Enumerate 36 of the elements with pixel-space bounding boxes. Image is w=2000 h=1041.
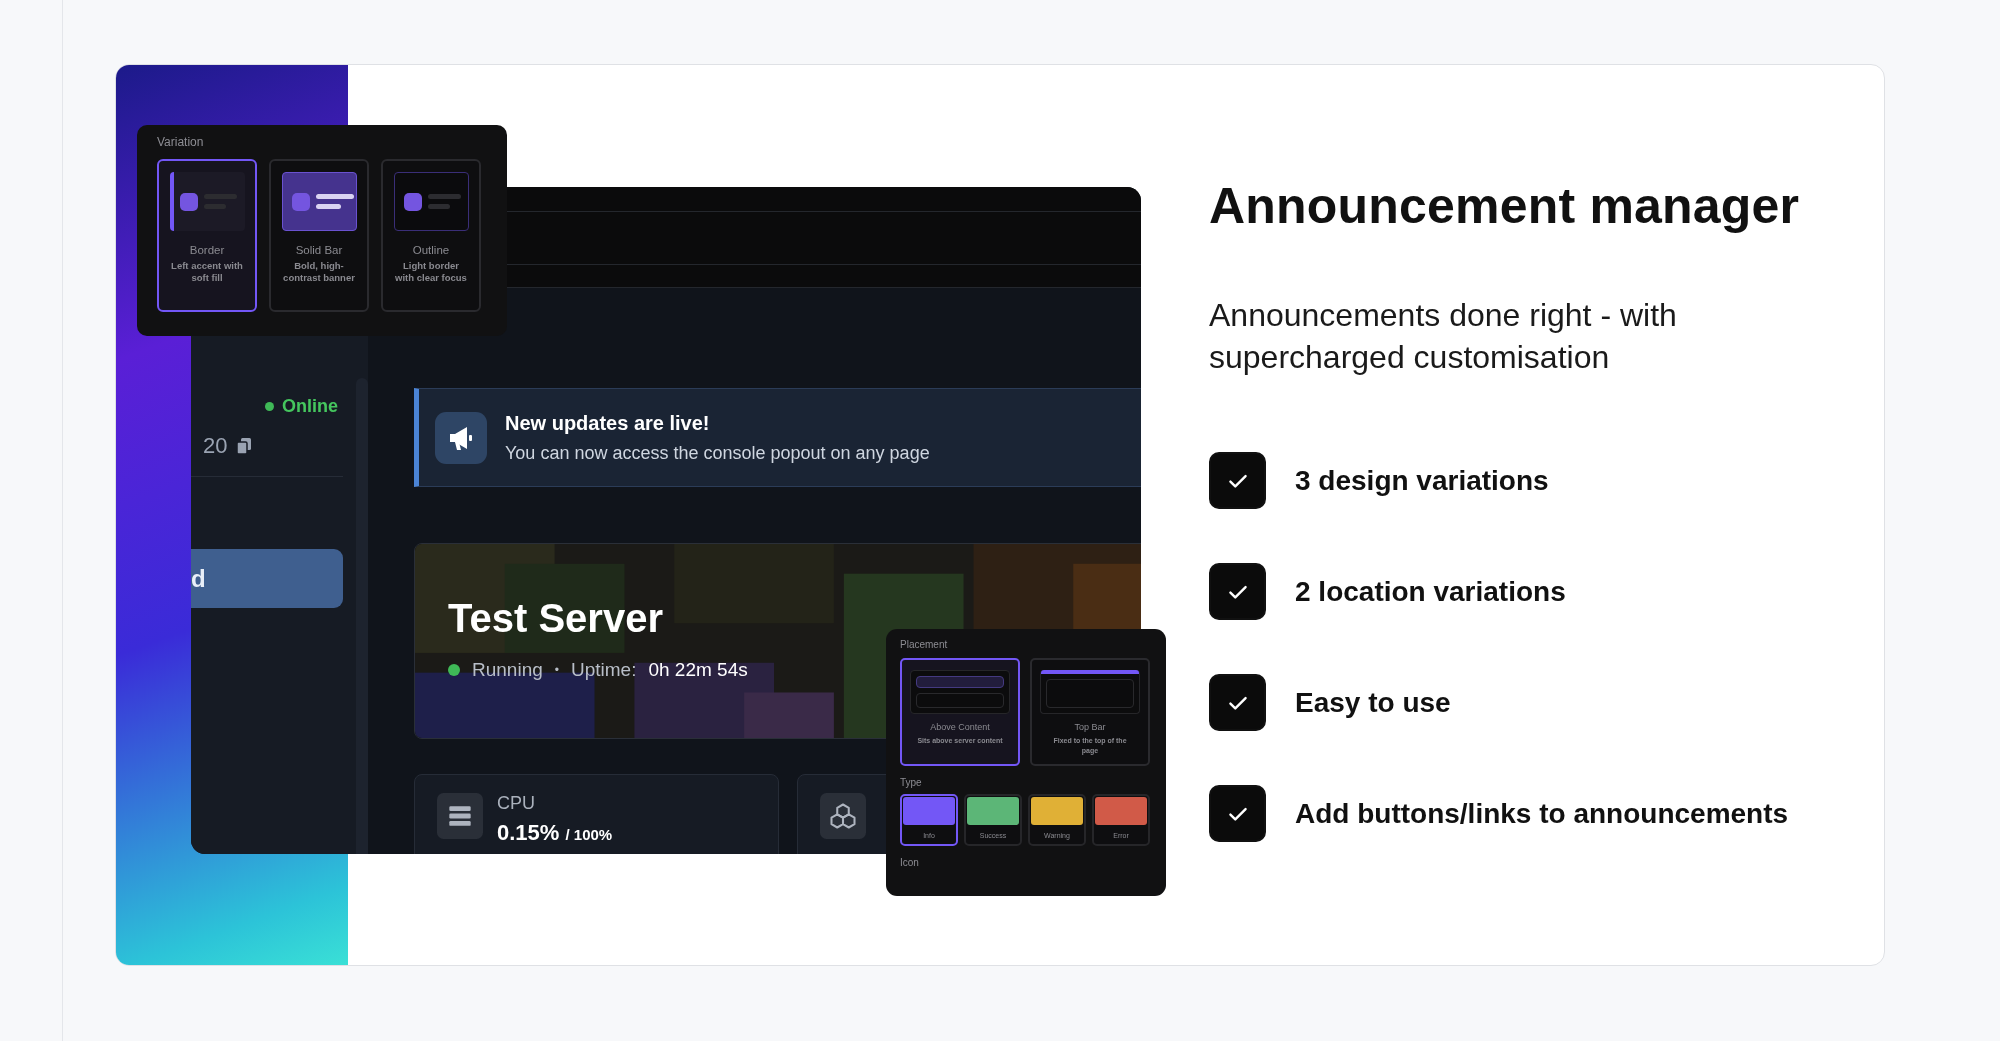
megaphone-icon (435, 411, 487, 464)
scrollbar[interactable] (356, 378, 368, 854)
panel-title: Variation (157, 135, 205, 149)
variation-option[interactable]: Solid Bar Bold, high-contrast banner (269, 159, 369, 312)
banner-preview-icon (281, 172, 357, 231)
feature-subtitle: Announcements done right - with supercharged customisation (1209, 296, 1678, 377)
status-dot (265, 402, 274, 411)
feature-title: Announcement manager (1209, 177, 1800, 235)
announcement-message: You can now access the console popout on any page (505, 442, 930, 464)
uptime-label: Uptime: (571, 659, 637, 681)
feature-item: 2 location variations (1295, 575, 1566, 608)
feature-item: Easy to use (1295, 686, 1451, 719)
variation-option[interactable]: Border Left accent with soft fill (157, 159, 257, 312)
server-address: 20 (202, 433, 228, 459)
feature-item: 3 design variations (1295, 464, 1549, 497)
cubes-icon (820, 793, 866, 839)
section-label: Icon (900, 857, 920, 868)
layout-preview-icon (1040, 670, 1140, 714)
status-label: Online (282, 396, 338, 417)
banner-preview-icon (169, 172, 245, 231)
server-name: Test Server (448, 596, 664, 641)
feature-item: Add buttons/links to announcements (1295, 797, 1789, 830)
banner-preview-icon (393, 172, 469, 231)
stat-label: CPU (497, 793, 536, 814)
separator: • (554, 663, 559, 677)
stat-value: 0.15% / 100% (497, 820, 613, 846)
variation-option[interactable]: Outline Light border with clear focus (381, 159, 481, 312)
server-status: Running (472, 659, 543, 681)
panel-title: Placement (900, 639, 949, 650)
announcement-title: New updates are live! (505, 411, 711, 435)
layout-preview-icon (910, 670, 1010, 714)
server-rack-icon (437, 793, 483, 839)
copy-icon[interactable] (237, 438, 252, 454)
uptime-value: 0h 22m 54s (648, 659, 748, 681)
nav-item[interactable]: d (191, 549, 343, 608)
section-label: Type (900, 777, 923, 788)
